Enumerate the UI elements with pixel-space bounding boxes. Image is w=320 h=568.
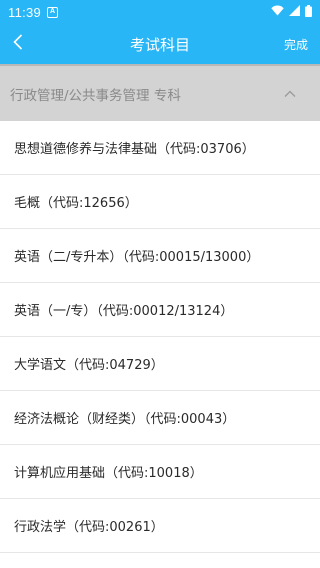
- list-item[interactable]: 行政法学（代码:00261）: [0, 499, 320, 553]
- chevron-left-icon: [13, 34, 23, 54]
- back-button[interactable]: [0, 24, 36, 64]
- status-right: [271, 4, 312, 20]
- list-item[interactable]: 经济法概论（财经类）（代码:00043）: [0, 391, 320, 445]
- wifi-icon: [271, 5, 284, 19]
- list-item[interactable]: 毛概（代码:12656）: [0, 175, 320, 229]
- page-title: 考试科目: [129, 35, 190, 54]
- list-item[interactable]: 思想道德修养与法律基础（代码:03706）: [0, 121, 320, 175]
- signal-icon: [289, 5, 300, 19]
- done-button[interactable]: 完成: [284, 36, 320, 53]
- chevron-up-icon[interactable]: [284, 86, 296, 102]
- list-item[interactable]: 英语（二/专升本）（代码:00015/13000）: [0, 229, 320, 283]
- subject-list: 思想道德修养与法律基础（代码:03706） 毛概（代码:12656） 英语（二/…: [0, 121, 320, 553]
- category-label: 行政管理/公共事务管理 专科: [10, 87, 181, 104]
- status-time: 11:39: [8, 4, 42, 20]
- status-left: 11:39 A: [8, 4, 59, 20]
- battery-icon: [305, 4, 312, 20]
- list-item[interactable]: 英语（一/专）（代码:00012/13124）: [0, 283, 320, 337]
- status-bar: 11:39 A: [0, 0, 320, 24]
- category-header[interactable]: 行政管理/公共事务管理 专科: [0, 64, 320, 121]
- list-item[interactable]: 计算机应用基础（代码:10018）: [0, 445, 320, 499]
- notification-a-icon: A: [47, 6, 59, 18]
- nav-bar: 考试科目 完成: [0, 24, 320, 64]
- list-item[interactable]: 大学语文（代码:04729）: [0, 337, 320, 391]
